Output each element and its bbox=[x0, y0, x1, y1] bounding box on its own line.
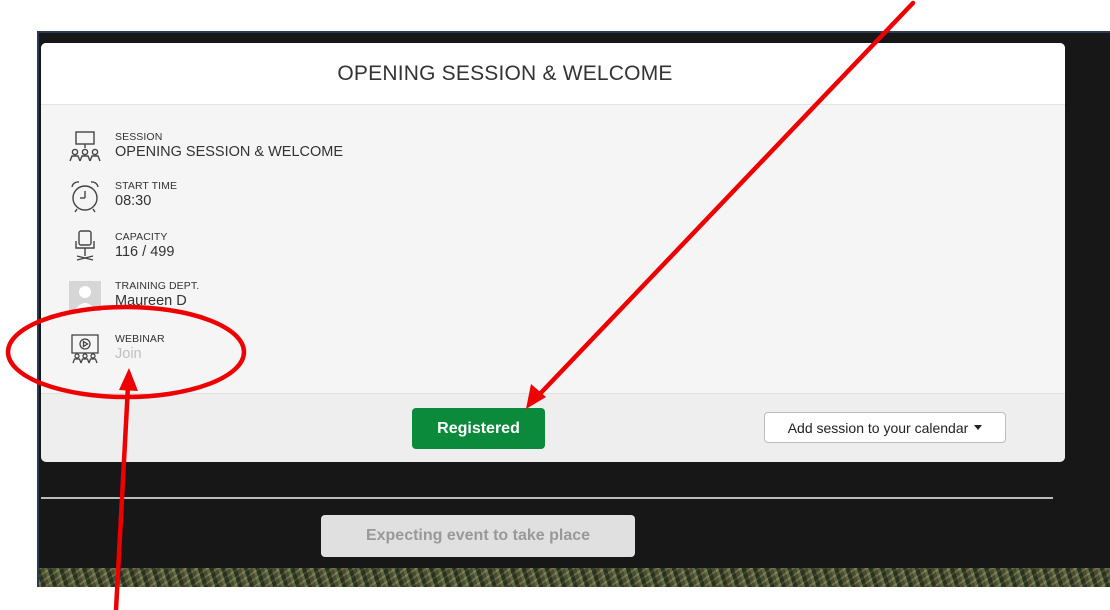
add-to-calendar-dropdown[interactable]: Add session to your calendar bbox=[764, 412, 1006, 443]
background-texture bbox=[39, 568, 1110, 587]
detail-label: START TIME bbox=[115, 180, 178, 192]
session-card: OPENING SESSION & WELCOME SESSION OPENIN… bbox=[41, 43, 1065, 462]
expecting-event-button[interactable]: Expecting event to take place bbox=[321, 515, 635, 557]
detail-start-time: START TIME 08:30 bbox=[68, 178, 177, 214]
alarm-clock-icon bbox=[68, 178, 102, 214]
webinar-icon bbox=[68, 331, 102, 367]
detail-webinar: WEBINAR Join bbox=[68, 331, 165, 367]
section-divider bbox=[41, 497, 1053, 499]
caret-down-icon bbox=[974, 425, 983, 430]
detail-label: TRAINING DEPT. bbox=[115, 280, 200, 292]
detail-capacity: CAPACITY 116 / 499 bbox=[68, 229, 174, 265]
detail-value: 116 / 499 bbox=[115, 244, 175, 260]
detail-label: SESSION bbox=[115, 131, 163, 143]
detail-label: WEBINAR bbox=[115, 333, 165, 345]
calendar-dropdown-label: Add session to your calendar bbox=[787, 419, 969, 436]
detail-training-dept: TRAINING DEPT. Maureen D bbox=[68, 278, 199, 314]
detail-value: OPENING SESSION & WELCOME bbox=[115, 144, 344, 160]
detail-value: 08:30 bbox=[115, 193, 152, 209]
card-header: OPENING SESSION & WELCOME bbox=[41, 43, 1065, 105]
registered-button[interactable]: Registered bbox=[412, 408, 545, 449]
detail-label: CAPACITY bbox=[115, 231, 168, 243]
avatar-placeholder-icon bbox=[68, 278, 102, 314]
card-footer: Registered Add session to your calendar bbox=[41, 393, 1065, 462]
office-chair-icon bbox=[68, 229, 102, 265]
presentation-icon bbox=[68, 129, 102, 165]
detail-session: SESSION OPENING SESSION & WELCOME bbox=[68, 129, 343, 165]
webinar-join-link[interactable]: Join bbox=[115, 346, 165, 362]
detail-value: Maureen D bbox=[115, 293, 187, 309]
session-title: OPENING SESSION & WELCOME bbox=[337, 61, 673, 85]
